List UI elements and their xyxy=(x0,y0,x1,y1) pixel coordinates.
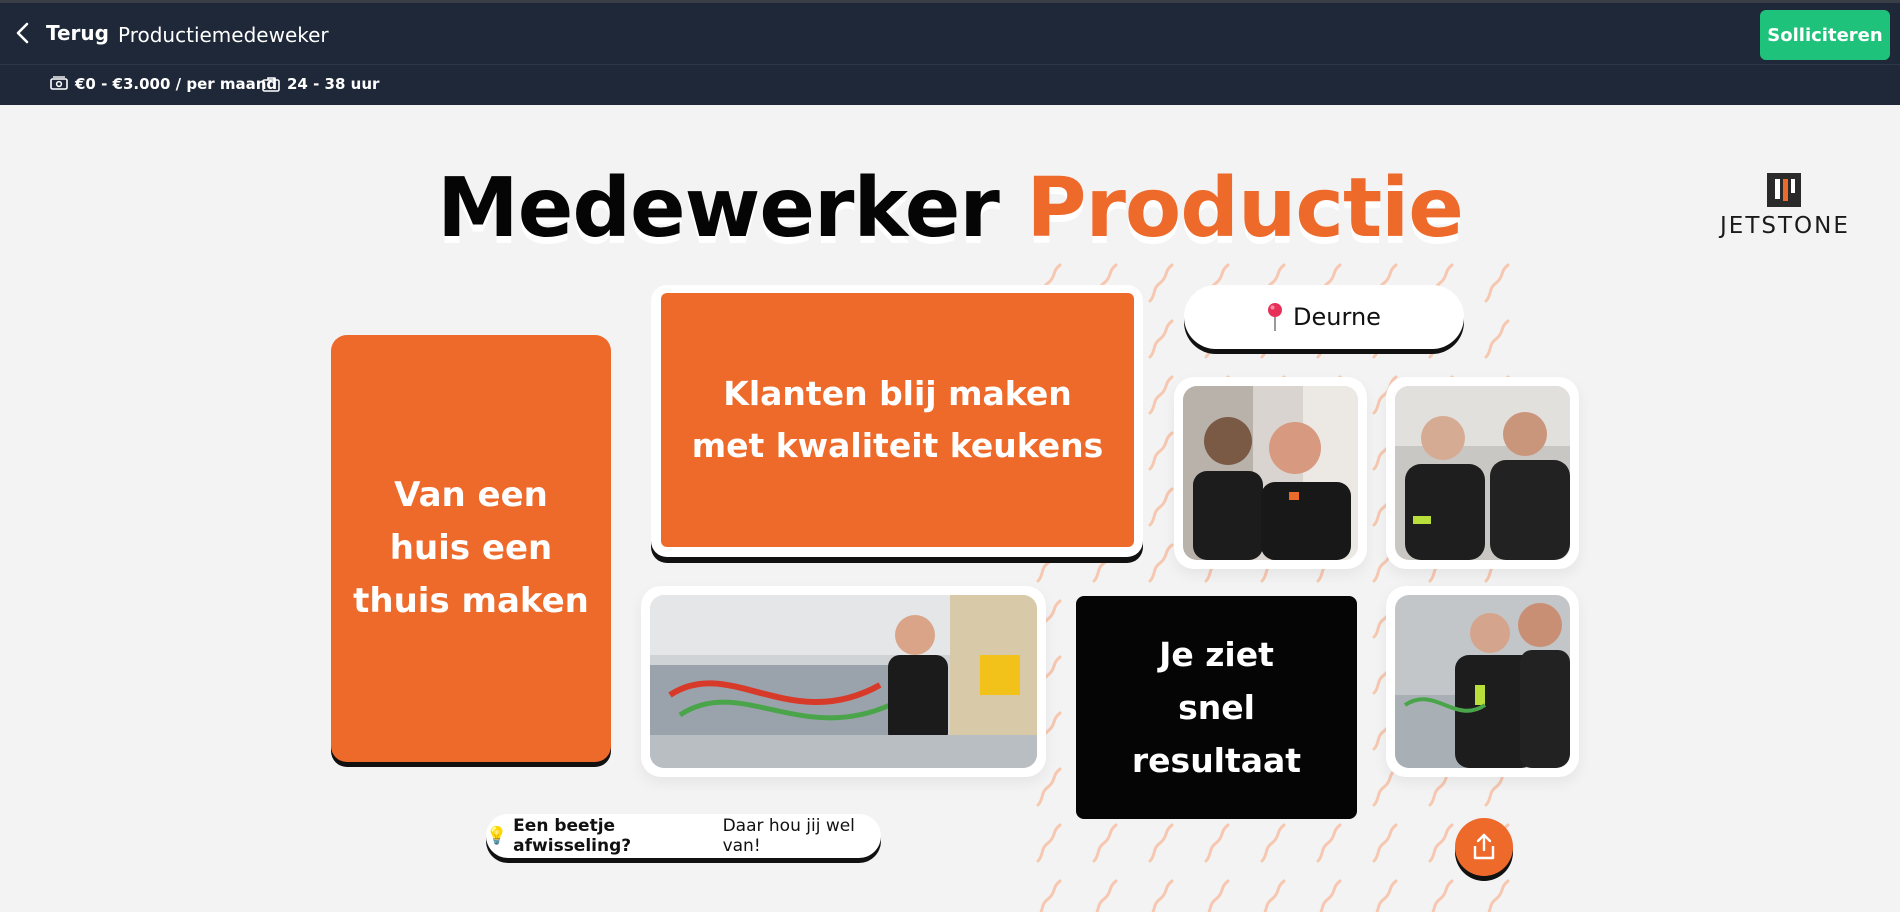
tip-text: Daar hou jij wel van! xyxy=(722,816,855,856)
salary-text: €0 - €3.000 / per maand xyxy=(75,75,278,93)
hero-banner: Medewerker Productie JETSTONE Van een hu… xyxy=(0,105,1900,912)
photo-two-workers-smiling xyxy=(1174,377,1367,569)
apply-button[interactable]: Solliciteren xyxy=(1760,10,1890,60)
share-button[interactable] xyxy=(1455,818,1513,876)
jetstone-logo-mark xyxy=(1767,173,1801,207)
location-badge: Deurne xyxy=(1184,285,1464,349)
location-text: Deurne xyxy=(1293,303,1381,331)
briefcase-icon xyxy=(262,77,280,92)
card-van-een-huis: Van een huis een thuis maken xyxy=(331,335,611,762)
tip-badge: 💡 Een beetje afwisseling? Daar hou jij w… xyxy=(486,814,881,858)
hours-info: 24 - 38 uur xyxy=(262,75,379,93)
company-logo: JETSTONE xyxy=(1720,173,1848,239)
money-icon xyxy=(50,76,68,90)
hours-text: 24 - 38 uur xyxy=(287,75,380,93)
back-label: Terug xyxy=(46,21,109,45)
job-title: Productiemedeweker xyxy=(118,23,329,47)
photo-workers-talking xyxy=(1386,377,1579,569)
logo-text: JETSTONE xyxy=(1720,213,1850,239)
pushpin-icon xyxy=(1268,303,1283,331)
job-meta-bar: €0 - €3.000 / per maand 24 - 38 uur xyxy=(0,64,1900,105)
lightbulb-icon: 💡 xyxy=(486,826,508,846)
top-navigation-bar: Terug Productiemedeweker Solliciteren xyxy=(0,0,1900,64)
chevron-left-icon xyxy=(16,22,29,44)
salary-info: €0 - €3.000 / per maand xyxy=(50,75,277,93)
card-klanten-blij: Klanten blij maken met kwaliteit keukens xyxy=(661,293,1134,547)
page-headline: Medewerker Productie xyxy=(0,161,1900,256)
share-icon xyxy=(1473,833,1495,860)
photo-worker-with-tool xyxy=(1386,586,1579,777)
headline-word-productie: Productie xyxy=(1026,161,1463,256)
card-snel-resultaat: Je ziet snel resultaat xyxy=(1076,596,1357,819)
back-button[interactable]: Terug xyxy=(14,21,109,45)
photo-worker-at-machine xyxy=(641,586,1046,777)
tip-bold-text: Een beetje afwisseling? xyxy=(513,816,632,856)
headline-word-medewerker: Medewerker xyxy=(437,161,1000,256)
